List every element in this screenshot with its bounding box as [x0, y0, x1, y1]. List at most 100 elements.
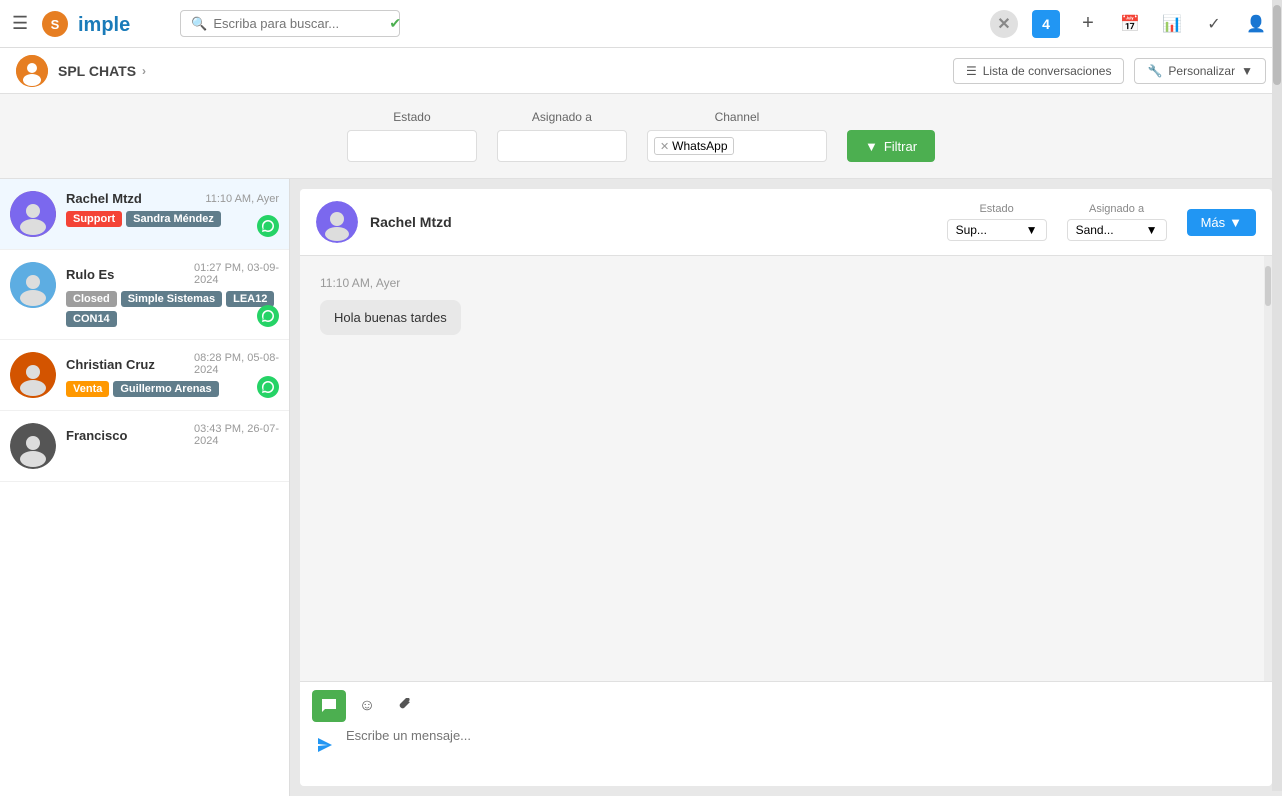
- mas-button[interactable]: Más ▼: [1187, 209, 1256, 236]
- navbar-icons: ✕ 4 + 📅 📊 ✓ 👤: [990, 10, 1270, 38]
- message-timestamp: 11:10 AM, Ayer: [320, 276, 1252, 290]
- breadcrumb: SPL CHATS ›: [58, 63, 146, 79]
- conv-header-row: Rachel Mtzd 11:10 AM, Ayer: [66, 191, 279, 206]
- list-item[interactable]: Christian Cruz 08:28 PM, 05-08-2024 Vent…: [0, 340, 289, 411]
- number-badge-icon[interactable]: 4: [1032, 10, 1060, 38]
- conv-time: 08:28 PM, 05-08-2024: [194, 352, 279, 376]
- estado-input[interactable]: [347, 130, 477, 162]
- conversation-info: Francisco 03:43 PM, 26-07-2024: [66, 423, 279, 450]
- search-bar[interactable]: 🔍 ✔: [180, 10, 400, 37]
- navbar: ☰ S imple 🔍 ✔ ✕ 4 + 📅 📊 ✓ 👤: [0, 0, 1282, 48]
- subheader-avatar: [16, 55, 48, 87]
- chat-header-fields: Estado Sup... ▼ Asignado a Sand... ▼ Más…: [947, 203, 1256, 241]
- avatar: [10, 423, 56, 469]
- asignado-select[interactable]: Sand... ▼: [1067, 219, 1167, 241]
- svg-text:S: S: [51, 17, 60, 32]
- chat-input-row: [312, 728, 1260, 778]
- contact-name: Rulo Es: [66, 267, 114, 282]
- contact-name: Rachel Mtzd: [66, 191, 142, 206]
- chat-contact-avatar: [316, 201, 358, 243]
- channel-label: Channel: [647, 110, 827, 124]
- x-icon[interactable]: ✕: [990, 10, 1018, 38]
- channel-tag: ✕ WhatsApp: [654, 137, 734, 155]
- plus-icon[interactable]: +: [1074, 10, 1102, 38]
- search-icon: 🔍: [191, 16, 207, 32]
- emoji-tool-button[interactable]: ☺: [350, 690, 384, 722]
- whatsapp-icon: [257, 376, 279, 398]
- channel-tag-value: WhatsApp: [672, 139, 727, 153]
- list-icon: ☰: [966, 64, 977, 78]
- mas-label: Más: [1201, 215, 1226, 230]
- calendar-icon[interactable]: 📅: [1116, 10, 1144, 38]
- page-scrollbar[interactable]: [1272, 0, 1282, 791]
- hamburger-icon[interactable]: ☰: [12, 13, 28, 34]
- estado-chevron-icon: ▼: [1026, 223, 1038, 237]
- list-conversations-button[interactable]: ☰ Lista de conversaciones: [953, 58, 1125, 84]
- conversation-info: Christian Cruz 08:28 PM, 05-08-2024 Vent…: [66, 352, 279, 397]
- wrench-icon: 🔧: [1147, 64, 1162, 78]
- chat-input-toolbar: ☺: [312, 690, 1260, 722]
- list-item[interactable]: Rulo Es 01:27 PM, 03-09-2024 Closed Simp…: [0, 250, 289, 340]
- estado-select[interactable]: Sup... ▼: [947, 219, 1047, 241]
- tag-venta: Venta: [66, 381, 109, 397]
- tag-person: Sandra Méndez: [126, 211, 221, 227]
- conv-time: 11:10 AM, Ayer: [205, 193, 279, 205]
- conv-tags: Support Sandra Méndez: [66, 211, 279, 227]
- list-conversations-label: Lista de conversaciones: [983, 64, 1112, 78]
- asignado-label: Asignado a: [497, 110, 627, 124]
- filter-estado-group: Estado: [347, 110, 477, 162]
- messages-scrollbar[interactable]: [1264, 256, 1272, 681]
- filter-button[interactable]: ▼ Filtrar: [847, 130, 935, 162]
- avatar: [10, 262, 56, 308]
- list-item[interactable]: Rachel Mtzd 11:10 AM, Ayer Support Sandr…: [0, 179, 289, 250]
- message-tool-button[interactable]: [312, 690, 346, 722]
- conversation-list: Rachel Mtzd 11:10 AM, Ayer Support Sandr…: [0, 179, 290, 796]
- chart-icon[interactable]: 📊: [1158, 10, 1186, 38]
- conv-header-row: Christian Cruz 08:28 PM, 05-08-2024: [66, 352, 279, 376]
- conversation-info: Rulo Es 01:27 PM, 03-09-2024 Closed Simp…: [66, 262, 279, 327]
- user-icon[interactable]: 👤: [1242, 10, 1270, 38]
- filter-bar: Estado Asignado a Channel ✕ WhatsApp ▼ F…: [0, 94, 1282, 179]
- app-logo: S imple: [40, 9, 160, 39]
- estado-select-value: Sup...: [956, 223, 987, 237]
- conv-time: 01:27 PM, 03-09-2024: [194, 262, 279, 286]
- chat-header: Rachel Mtzd Estado Sup... ▼ Asignado a S…: [300, 189, 1272, 256]
- subheader-left: SPL CHATS ›: [16, 55, 146, 87]
- conv-header-row: Francisco 03:43 PM, 26-07-2024: [66, 423, 279, 447]
- conversation-info: Rachel Mtzd 11:10 AM, Ayer Support Sandr…: [66, 191, 279, 227]
- filter-icon: ▼: [865, 139, 878, 154]
- filter-channel-group: Channel ✕ WhatsApp: [647, 110, 827, 162]
- attach-tool-button[interactable]: [388, 690, 422, 722]
- avatar: [10, 352, 56, 398]
- page-title: SPL CHATS: [58, 63, 136, 79]
- whatsapp-icon: [257, 305, 279, 327]
- mas-chevron-icon: ▼: [1229, 215, 1242, 230]
- subheader: SPL CHATS › ☰ Lista de conversaciones 🔧 …: [0, 48, 1282, 94]
- search-input[interactable]: [213, 16, 383, 31]
- asignado-input[interactable]: [497, 130, 627, 162]
- list-item[interactable]: Francisco 03:43 PM, 26-07-2024: [0, 411, 289, 482]
- channel-x-icon[interactable]: ✕: [660, 140, 669, 153]
- message-input[interactable]: [346, 728, 1260, 778]
- messages-scrollbar-thumb: [1265, 266, 1271, 306]
- asignado-field-label: Asignado a: [1089, 203, 1144, 215]
- asignado-field-group: Asignado a Sand... ▼: [1067, 203, 1167, 241]
- conv-tags: Closed Simple Sistemas LEA12 CON14: [66, 291, 279, 327]
- send-button[interactable]: [312, 732, 338, 763]
- chat-contact-name: Rachel Mtzd: [370, 214, 935, 230]
- conv-time: 03:43 PM, 26-07-2024: [194, 423, 279, 447]
- personalizar-button[interactable]: 🔧 Personalizar ▼: [1134, 58, 1266, 84]
- search-confirm-icon: ✔: [389, 15, 401, 32]
- subheader-actions: ☰ Lista de conversaciones 🔧 Personalizar…: [953, 58, 1266, 84]
- breadcrumb-chevron: ›: [142, 64, 146, 78]
- asignado-chevron-icon: ▼: [1146, 223, 1158, 237]
- check-icon[interactable]: ✓: [1200, 10, 1228, 38]
- chevron-down-icon: ▼: [1241, 64, 1253, 78]
- chat-messages: 11:10 AM, Ayer Hola buenas tardes: [300, 256, 1272, 681]
- estado-field-label: Estado: [979, 203, 1013, 215]
- conv-header-row: Rulo Es 01:27 PM, 03-09-2024: [66, 262, 279, 286]
- main-area: Rachel Mtzd 11:10 AM, Ayer Support Sandr…: [0, 179, 1282, 796]
- conv-tags: Venta Guillermo Arenas: [66, 381, 279, 397]
- message-bubble: Hola buenas tardes: [320, 300, 461, 335]
- channel-input[interactable]: ✕ WhatsApp: [647, 130, 827, 162]
